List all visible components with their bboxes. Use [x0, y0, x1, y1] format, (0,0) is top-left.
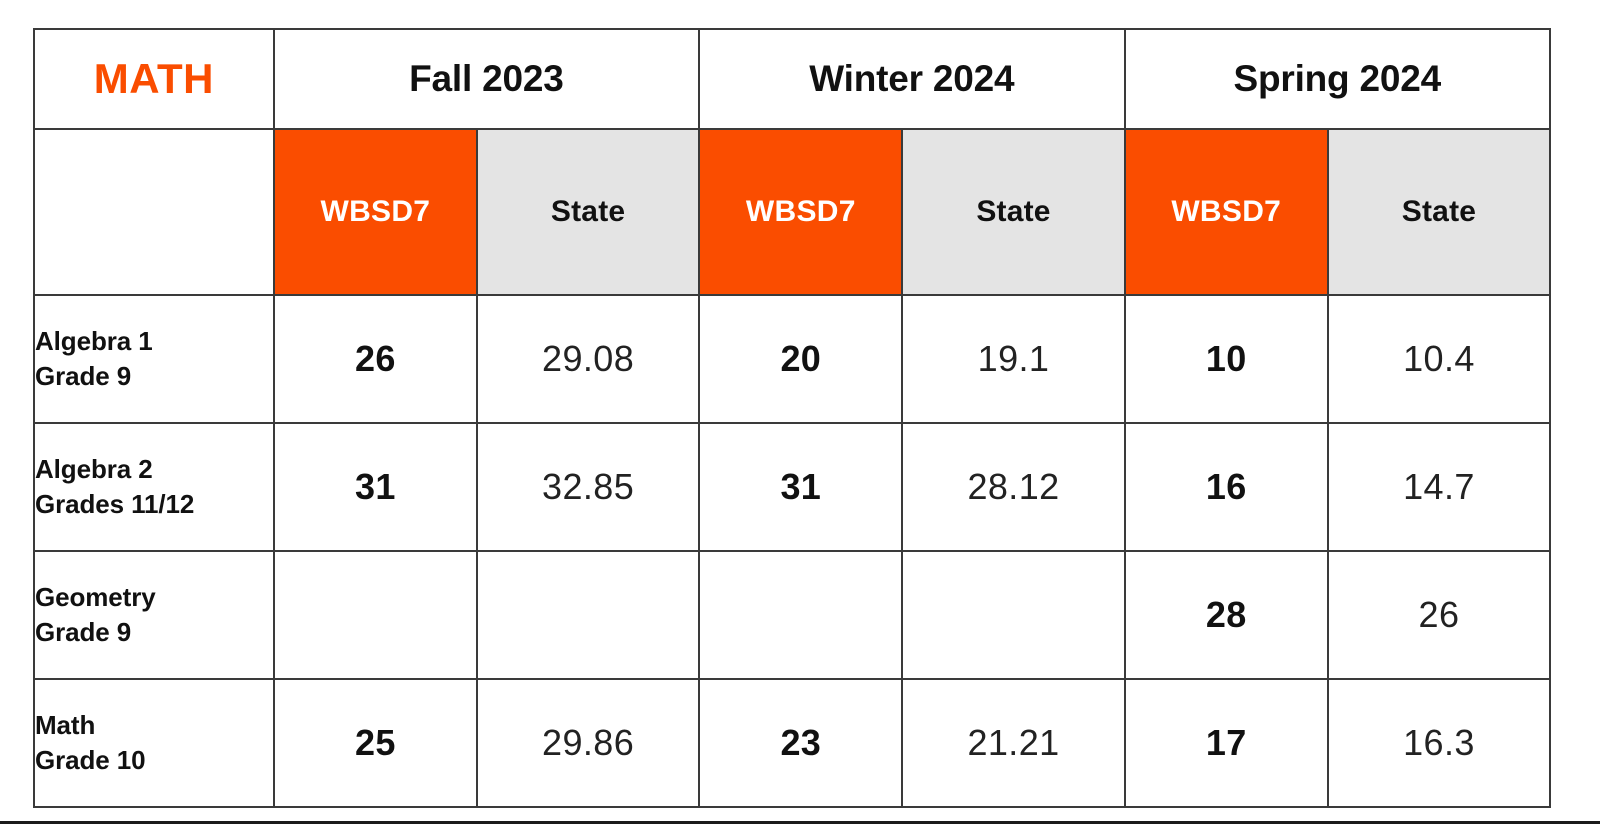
cell-math10-fall-state: 29.86 [476, 678, 701, 808]
cell-algebra1-spring-state: 10.4 [1326, 294, 1552, 424]
row-label-line2: Grade 9 [35, 361, 132, 391]
math-assessment-table: MATH Fall 2023 Winter 2024 Spring 2024 W… [33, 28, 1552, 808]
table-header-sources-row: WBSD7 State WBSD7 State WBSD7 State [33, 128, 1552, 296]
cell-algebra2-winter-state: 28.12 [901, 422, 1126, 552]
cell-math10-winter-state: 21.21 [901, 678, 1126, 808]
source-header-winter-wbsd7: WBSD7 [698, 128, 904, 296]
term-header-winter-2024: Winter 2024 [698, 28, 1126, 130]
cell-algebra2-fall-wbsd7: 31 [272, 422, 479, 552]
source-header-spring-state: State [1326, 128, 1552, 296]
row-label-math-grade-10: Math Grade 10 [33, 678, 275, 808]
cell-math10-spring-wbsd7: 17 [1123, 678, 1329, 808]
table-row: Algebra 1 Grade 9 26 29.08 20 19.1 10 10… [33, 294, 1552, 424]
cell-algebra2-fall-state: 32.85 [476, 422, 701, 552]
header-corner-blank [33, 128, 275, 296]
row-label-algebra-2: Algebra 2 Grades 11/12 [33, 422, 275, 552]
cell-algebra1-spring-wbsd7: 10 [1123, 294, 1329, 424]
cell-geometry-spring-state: 26 [1326, 550, 1552, 680]
cell-math10-winter-wbsd7: 23 [698, 678, 904, 808]
row-label-line2: Grade 10 [35, 745, 146, 775]
cell-geometry-winter-wbsd7 [698, 550, 904, 680]
cell-algebra2-spring-state: 14.7 [1326, 422, 1552, 552]
term-header-fall-2023: Fall 2023 [272, 28, 701, 130]
cell-geometry-fall-state [476, 550, 701, 680]
cell-geometry-spring-wbsd7: 28 [1123, 550, 1329, 680]
term-header-spring-2024: Spring 2024 [1123, 28, 1552, 130]
source-header-fall-state: State [476, 128, 701, 296]
cell-geometry-winter-state [901, 550, 1126, 680]
row-label-line1: Algebra 1 [35, 326, 153, 357]
row-label-geometry: Geometry Grade 9 [33, 550, 275, 680]
table-row: Math Grade 10 25 29.86 23 21.21 17 16.3 [33, 678, 1552, 808]
row-label-line1: Algebra 2 [35, 454, 153, 485]
row-label-line2: Grade 9 [35, 617, 132, 647]
cell-algebra1-winter-state: 19.1 [901, 294, 1126, 424]
row-label-line2: Grades 11/12 [35, 489, 195, 519]
source-header-spring-wbsd7: WBSD7 [1123, 128, 1329, 296]
row-label-line1: Math [35, 710, 96, 741]
table-body: Algebra 1 Grade 9 26 29.08 20 19.1 10 10… [33, 294, 1552, 808]
row-label-algebra-1: Algebra 1 Grade 9 [33, 294, 275, 424]
cell-algebra2-spring-wbsd7: 16 [1123, 422, 1329, 552]
table-row: Algebra 2 Grades 11/12 31 32.85 31 28.12… [33, 422, 1552, 552]
source-header-fall-wbsd7: WBSD7 [272, 128, 479, 296]
cell-algebra1-fall-state: 29.08 [476, 294, 701, 424]
page-footer-divider [0, 821, 1600, 824]
cell-algebra2-winter-wbsd7: 31 [698, 422, 904, 552]
table-row: Geometry Grade 9 28 26 [33, 550, 1552, 680]
subject-title-math: MATH [33, 28, 275, 130]
cell-geometry-fall-wbsd7 [272, 550, 479, 680]
cell-math10-spring-state: 16.3 [1326, 678, 1552, 808]
source-header-winter-state: State [901, 128, 1126, 296]
cell-algebra1-winter-wbsd7: 20 [698, 294, 904, 424]
cell-math10-fall-wbsd7: 25 [272, 678, 479, 808]
row-label-line1: Geometry [35, 582, 156, 613]
table-header-terms-row: MATH Fall 2023 Winter 2024 Spring 2024 [33, 28, 1552, 130]
cell-algebra1-fall-wbsd7: 26 [272, 294, 479, 424]
page-canvas: MATH Fall 2023 Winter 2024 Spring 2024 W… [0, 0, 1600, 831]
